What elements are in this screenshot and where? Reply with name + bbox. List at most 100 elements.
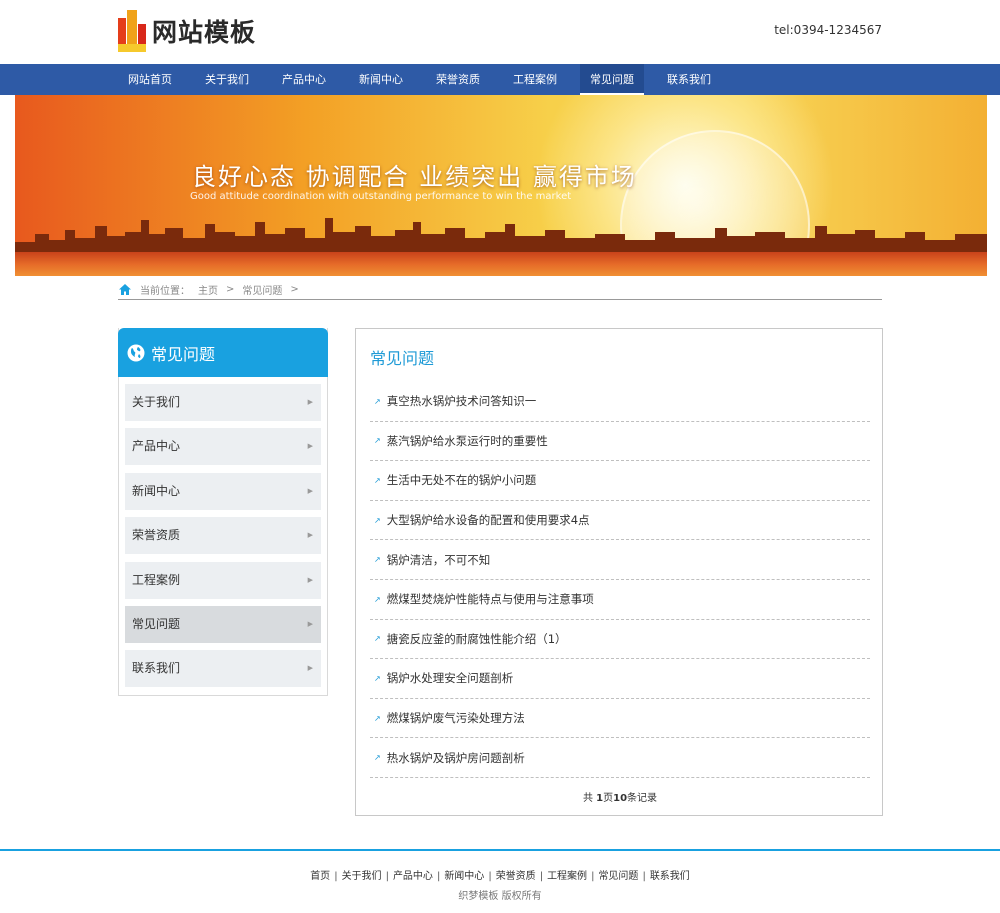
sidebar-item-label: 关于我们 (132, 395, 181, 409)
article-link[interactable]: 真空热水锅炉技术问答知识一 (387, 393, 537, 409)
pager-suffix: 条记录 (627, 793, 658, 804)
home-icon (119, 284, 131, 295)
chevron-right-icon: ▶ (307, 486, 313, 495)
footer-separator: | (539, 871, 544, 882)
bullet-arrow-icon: ↗ (374, 396, 381, 406)
footer-link-news[interactable]: 新闻中心 (444, 871, 484, 882)
article-list: ↗ 真空热水锅炉技术问答知识一 ↗ 蒸汽锅炉给水泵运行时的重要性 ↗ 生活中无处不在的… (370, 382, 870, 778)
list-item[interactable]: ↗ 蒸汽锅炉给水泵运行时的重要性 (370, 422, 870, 462)
logo-buildings-icon (118, 10, 146, 52)
article-link[interactable]: 锅炉水处理安全问题剖析 (387, 670, 514, 686)
sidebar-item-label: 新闻中心 (132, 483, 181, 498)
article-link[interactable]: 燃煤型焚烧炉性能特点与使用与注意事项 (387, 591, 594, 607)
bullet-arrow-icon: ↗ (374, 436, 381, 446)
nav-item-honors[interactable]: 荣誉资质 (426, 64, 490, 95)
list-item[interactable]: ↗ 生活中无处不在的锅炉小问题 (370, 461, 870, 501)
breadcrumb-current-link[interactable]: 常见问题 (242, 282, 282, 297)
footer-separator: | (642, 871, 646, 882)
sidebar-item-contact[interactable]: 联系我们 ▶ (125, 650, 321, 688)
sidebar-header: 常见问题 (118, 328, 328, 377)
list-item[interactable]: ↗ 燃煤型焚烧炉性能特点与使用与注意事项 (370, 580, 870, 620)
chevron-right-icon: ▶ (307, 619, 313, 628)
sidebar-item-label: 常见问题 (132, 616, 181, 631)
footer-link-about[interactable]: 关于我们 (342, 871, 382, 882)
pager-record-count: 10 (613, 793, 628, 804)
nav-item-about[interactable]: 关于我们 (195, 64, 259, 95)
footer-link-honors[interactable]: 荣誉资质 (496, 871, 536, 882)
site-logo[interactable]: 网站模板 (118, 10, 256, 52)
banner-water-reflection (15, 252, 987, 276)
nav-item-cases[interactable]: 工程案例 (503, 64, 567, 95)
list-item[interactable]: ↗ 大型锅炉给水设备的配置和使用要求4点 (370, 501, 870, 541)
chevron-right-icon: ▶ (307, 575, 313, 584)
nav-item-home[interactable]: 网站首页 (118, 64, 182, 95)
footer-separator: | (385, 871, 389, 882)
sidebar-item-label: 联系我们 (132, 661, 181, 676)
header: 网站模板 tel:0394-1234567 (0, 0, 1000, 64)
footer-link-faq[interactable]: 常见问题 (598, 871, 638, 882)
footer-separator: | (488, 871, 492, 882)
footer-nav: 首页 | 关于我们 | 产品中心 | 新闻中心 | 荣誉资质 | 工程案例 | 常见问题 | 联系我们 (0, 867, 1000, 882)
breadcrumb-separator: > (290, 284, 299, 295)
sidebar-item-faq[interactable]: 常见问题 ▶ (125, 605, 321, 643)
footer-link-contact[interactable]: 联系我们 (650, 871, 690, 882)
sidebar-item-news[interactable]: 新闻中心 ▶ (125, 472, 321, 510)
list-item[interactable]: ↗ 热水锅炉及锅炉房问题剖析 (370, 738, 870, 778)
list-item[interactable]: ↗ 搪瓷反应釜的耐腐蚀性能介绍（1） (370, 620, 870, 660)
sidebar-menu: 关于我们 ▶ 产品中心 ▶ 新闻中心 ▶ 荣誉资质 ▶ 工程案例 ▶ 常见问题 ▶ 联系我们… (119, 377, 327, 688)
article-link[interactable]: 蒸汽锅炉给水泵运行时的重要性 (387, 433, 548, 449)
bullet-arrow-icon: ↗ (374, 713, 381, 723)
footer-separator: | (334, 871, 338, 882)
nav-item-products[interactable]: 产品中心 (272, 64, 336, 95)
globe-icon (127, 344, 145, 361)
page-title: 常见问题 (370, 349, 435, 368)
sidebar-item-label: 荣誉资质 (132, 528, 181, 543)
banner-slogan: 良好心态 协调配合 业绩突出 赢得市场 (192, 163, 637, 191)
list-item[interactable]: ↗ 锅炉清洁，不可不知 (370, 540, 870, 580)
chevron-right-icon: ▶ (307, 664, 313, 673)
footer-link-products[interactable]: 产品中心 (393, 871, 433, 882)
banner-slogan-english: Good attitude coordination with outstand… (190, 191, 572, 202)
pager-mid: 页 (603, 793, 614, 804)
chevron-right-icon: ▶ (307, 531, 313, 540)
list-item[interactable]: ↗ 真空热水锅炉技术问答知识一 (370, 382, 870, 422)
main-nav: 网站首页 关于我们 产品中心 新闻中心 荣誉资质 工程案例 常见问题 联系我们 (0, 64, 1000, 95)
sidebar-item-honors[interactable]: 荣誉资质 ▶ (125, 517, 321, 555)
nav-list: 网站首页 关于我们 产品中心 新闻中心 荣誉资质 工程案例 常见问题 联系我们 (118, 64, 734, 95)
nav-item-contact[interactable]: 联系我们 (657, 64, 721, 95)
chevron-right-icon: ▶ (307, 398, 313, 406)
nav-item-news[interactable]: 新闻中心 (349, 64, 413, 95)
breadcrumb-label: 当前位置： (140, 286, 190, 297)
footer-link-home[interactable]: 首页 (310, 871, 330, 882)
copyright: 织梦模板 版权所有 (458, 891, 542, 902)
footer-link-cases[interactable]: 工程案例 (547, 871, 587, 882)
sidebar: 常见问题 关于我们 ▶ 产品中心 ▶ 新闻中心 ▶ 荣誉资质 ▶ 工程案例 ▶ 常见问题 ▶… (118, 328, 328, 696)
sidebar-item-products[interactable]: 产品中心 ▶ (125, 428, 321, 466)
article-link[interactable]: 燃煤锅炉废气污染处理方法 (387, 710, 525, 726)
list-item[interactable]: ↗ 锅炉水处理安全问题剖析 (370, 659, 870, 699)
article-link[interactable]: 搪瓷反应釜的耐腐蚀性能介绍（1） (387, 631, 567, 647)
nav-item-faq[interactable]: 常见问题 (580, 64, 644, 95)
bullet-arrow-icon: ↗ (374, 475, 381, 485)
phone-number: tel:0394-1234567 (774, 23, 882, 37)
sidebar-item-about[interactable]: 关于我们 ▶ (125, 384, 321, 421)
chevron-right-icon: ▶ (307, 442, 313, 451)
article-link[interactable]: 热水锅炉及锅炉房问题剖析 (387, 750, 525, 766)
bullet-arrow-icon: ↗ (374, 753, 381, 763)
footer-separator: | (591, 871, 595, 882)
article-link[interactable]: 大型锅炉给水设备的配置和使用要求4点 (387, 512, 590, 528)
banner-city-skyline (15, 218, 987, 254)
sidebar-item-label: 工程案例 (132, 572, 181, 587)
bullet-arrow-icon: ↗ (374, 634, 381, 644)
hero-banner: 良好心态 协调配合 业绩突出 赢得市场 Good attitude coordi… (15, 95, 987, 276)
sidebar-title: 常见问题 (151, 344, 216, 364)
article-list-panel: 常见问题 ↗ 真空热水锅炉技术问答知识一 ↗ 蒸汽锅炉给水泵运行时的重要性 ↗ 生活中… (355, 328, 883, 816)
bullet-arrow-icon: ↗ (374, 515, 381, 525)
article-link[interactable]: 生活中无处不在的锅炉小问题 (387, 472, 537, 488)
breadcrumb-home-link[interactable]: 主页 (198, 282, 218, 297)
sidebar-item-cases[interactable]: 工程案例 ▶ (125, 561, 321, 599)
pagination-info: 共 1页10条记录 (356, 789, 884, 804)
article-link[interactable]: 锅炉清洁，不可不知 (387, 552, 491, 568)
sidebar-item-label: 产品中心 (132, 439, 181, 454)
list-item[interactable]: ↗ 燃煤锅炉废气污染处理方法 (370, 699, 870, 739)
